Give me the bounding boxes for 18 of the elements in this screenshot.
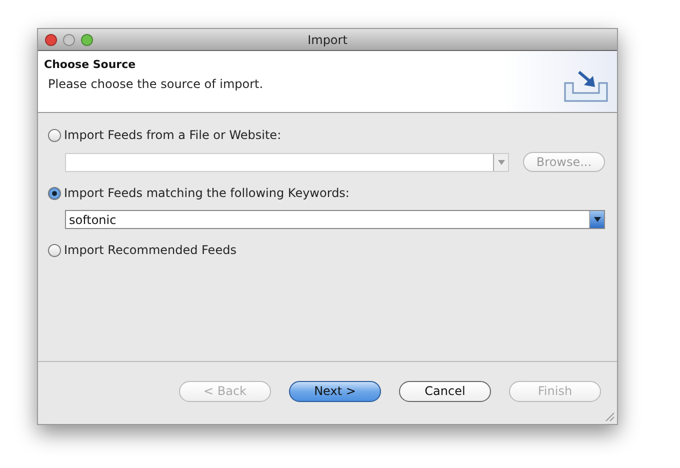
radio-button[interactable] bbox=[48, 128, 61, 142]
option-label: Import Recommended Feeds bbox=[64, 243, 236, 257]
keyword-combo-field[interactable]: softonic bbox=[65, 210, 605, 229]
minimize-button[interactable] bbox=[63, 34, 75, 46]
option-label: Import Feeds matching the following Keywords: bbox=[64, 186, 350, 200]
page-title: Choose Source bbox=[44, 58, 137, 71]
resize-grip-icon[interactable] bbox=[604, 411, 615, 422]
dropdown-arrow-icon bbox=[594, 217, 600, 222]
zoom-button[interactable] bbox=[81, 34, 93, 46]
dropdown-arrow-icon bbox=[498, 160, 504, 164]
dialog-button[interactable]: Next > bbox=[289, 380, 381, 402]
page-description: Please choose the source of import. bbox=[47, 77, 264, 91]
dialog-button[interactable]: Cancel bbox=[399, 380, 491, 402]
radio-button[interactable] bbox=[48, 244, 61, 256]
window-title: Import bbox=[308, 32, 348, 46]
close-button[interactable] bbox=[45, 34, 57, 46]
option-label: Import Feeds from a File or Website: bbox=[64, 128, 282, 142]
radio-button[interactable] bbox=[48, 186, 61, 200]
